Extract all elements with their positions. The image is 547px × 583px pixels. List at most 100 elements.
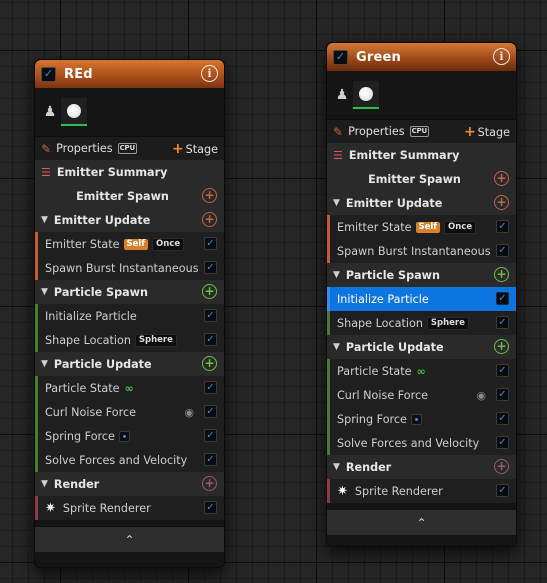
module-enable-checkbox[interactable]: ✓ (496, 220, 509, 233)
emitter-spawn-section[interactable]: Emitter Spawn + (35, 184, 224, 208)
module-enable-checkbox[interactable]: ✓ (204, 309, 217, 322)
enable-checkbox[interactable]: ✓ (333, 49, 348, 65)
emitter-summary-row[interactable]: ☰ Emitter Summary (327, 143, 516, 167)
info-icon[interactable]: i (201, 65, 218, 82)
emitter-summary-label: Emitter Summary (56, 165, 168, 179)
add-module-button[interactable]: + (494, 171, 509, 186)
collapse-arrow-icon[interactable]: ▼ (41, 479, 48, 489)
particle-spawn-section[interactable]: ▼ Particle Spawn + (35, 280, 224, 304)
properties-row[interactable]: ✎ Properties CPU + Stage (35, 136, 224, 160)
module-label: Spring Force (337, 412, 407, 426)
module-enable-checkbox[interactable]: ✓ (496, 388, 509, 401)
emitter-summary-row[interactable]: ☰ Emitter Summary (35, 160, 224, 184)
collapse-arrow-icon[interactable]: ▼ (333, 462, 340, 472)
properties-row[interactable]: ✎ Properties CPU + Stage (327, 119, 516, 143)
add-stage-button[interactable]: + Stage (172, 141, 218, 157)
module-spawn-burst[interactable]: Spawn Burst Instantaneous ✓ (327, 239, 516, 263)
scrollbar[interactable] (224, 427, 225, 441)
module-shape-location[interactable]: Shape Location Sphere ✓ (327, 311, 516, 335)
module-spring-force[interactable]: Spring Force ✓ (35, 424, 224, 448)
module-accent (327, 383, 330, 407)
module-initialize-particle[interactable]: Initialize Particle ✓ (327, 287, 516, 311)
module-enable-checkbox[interactable]: ✓ (496, 412, 509, 425)
module-enable-checkbox[interactable]: ✓ (204, 261, 217, 274)
properties-label[interactable]: Properties (56, 142, 113, 155)
module-accent (327, 407, 330, 431)
module-enable-checkbox[interactable]: ✓ (204, 237, 217, 250)
module-enable-checkbox[interactable]: ✓ (496, 436, 509, 449)
emitter-thumbnail[interactable] (61, 98, 87, 126)
module-enable-checkbox[interactable]: ✓ (204, 333, 217, 346)
enable-checkbox[interactable]: ✓ (41, 66, 56, 82)
module-emitter-state[interactable]: Emitter State Self Once ✓ (327, 215, 516, 239)
add-module-button[interactable]: + (494, 195, 509, 210)
module-enable-checkbox[interactable]: ✓ (496, 316, 509, 329)
add-renderer-button[interactable]: + (494, 459, 509, 474)
module-curl-noise-force[interactable]: Curl Noise Force ◉ ✓ (35, 400, 224, 424)
sphere-tag: Sphere (426, 316, 469, 330)
module-accent (327, 431, 330, 455)
module-enable-checkbox[interactable]: ✓ (496, 244, 509, 257)
particle-update-section[interactable]: ▼ Particle Update + (35, 352, 224, 376)
module-label: Initialize Particle (45, 309, 137, 323)
collapse-node-button[interactable]: ⌃ (35, 526, 224, 552)
emitter-thumbnail[interactable] (353, 81, 379, 109)
module-curl-noise-force[interactable]: Curl Noise Force ◉ ✓ (327, 383, 516, 407)
module-accent (327, 479, 330, 503)
render-section[interactable]: ▼ Render + (327, 455, 516, 479)
add-module-button[interactable]: + (202, 212, 217, 227)
module-solve-forces[interactable]: Solve Forces and Velocity ✓ (327, 431, 516, 455)
emitter-spawn-section[interactable]: Emitter Spawn + (327, 167, 516, 191)
add-stage-button[interactable]: + Stage (464, 124, 510, 140)
render-section[interactable]: ▼ Render + (35, 472, 224, 496)
eye-icon[interactable]: ◉ (184, 406, 194, 419)
module-spawn-burst[interactable]: Spawn Burst Instantaneous ✓ (35, 256, 224, 280)
module-enable-checkbox[interactable]: ✓ (204, 405, 217, 418)
module-enable-checkbox[interactable]: ✓ (204, 429, 217, 442)
module-enable-checkbox[interactable]: ✓ (204, 501, 217, 514)
module-enable-checkbox[interactable]: ✓ (496, 364, 509, 377)
add-module-button[interactable]: + (494, 267, 509, 282)
collapse-node-button[interactable]: ⌃ (327, 509, 516, 535)
module-enable-checkbox[interactable]: ✓ (496, 484, 509, 497)
add-module-button[interactable]: + (202, 356, 217, 371)
module-enable-checkbox[interactable]: ✓ (496, 292, 509, 305)
collapse-arrow-icon[interactable]: ▼ (333, 270, 340, 280)
scrollbar[interactable] (516, 410, 517, 424)
module-particle-state[interactable]: Particle State ∞ ✓ (35, 376, 224, 400)
properties-label[interactable]: Properties (348, 125, 405, 138)
add-module-button[interactable]: + (202, 188, 217, 203)
module-particle-state[interactable]: Particle State ∞ ✓ (327, 359, 516, 383)
emitter-node-green[interactable]: ✓ Green i ♟ ✎ Properties CPU + Stage ☰ Em… (326, 42, 517, 547)
collapse-arrow-icon[interactable]: ▼ (41, 287, 48, 297)
module-shape-location[interactable]: Shape Location Sphere ✓ (35, 328, 224, 352)
module-sprite-renderer[interactable]: ✷ Sprite Renderer ✓ (327, 479, 516, 503)
info-icon[interactable]: i (493, 48, 510, 65)
add-renderer-button[interactable]: + (202, 476, 217, 491)
section-label: Emitter Spawn (368, 172, 461, 186)
module-accent (35, 400, 38, 424)
module-emitter-state[interactable]: Emitter State Self Once ✓ (35, 232, 224, 256)
emitter-update-section[interactable]: ▼ Emitter Update + (35, 208, 224, 232)
node-titlebar[interactable]: ✓ Green i (327, 43, 516, 71)
module-initialize-particle[interactable]: Initialize Particle ✓ (35, 304, 224, 328)
collapse-arrow-icon[interactable]: ▼ (41, 359, 48, 369)
module-enable-checkbox[interactable]: ✓ (204, 453, 217, 466)
module-solve-forces[interactable]: Solve Forces and Velocity ✓ (35, 448, 224, 472)
module-enable-checkbox[interactable]: ✓ (204, 381, 217, 394)
add-module-button[interactable]: + (494, 339, 509, 354)
module-spring-force[interactable]: Spring Force ✓ (327, 407, 516, 431)
particle-update-section[interactable]: ▼ Particle Update + (327, 335, 516, 359)
add-module-button[interactable]: + (202, 284, 217, 299)
emitter-node-red[interactable]: ✓ REd i ♟ ✎ Properties CPU + Stage ☰ Emit… (34, 59, 225, 568)
particle-spawn-section[interactable]: ▼ Particle Spawn + (327, 263, 516, 287)
eye-icon[interactable]: ◉ (476, 389, 486, 402)
collapse-arrow-icon[interactable]: ▼ (333, 198, 340, 208)
module-label: Emitter State (45, 237, 120, 251)
module-sprite-renderer[interactable]: ✷ Sprite Renderer ✓ (35, 496, 224, 520)
node-titlebar[interactable]: ✓ REd i (35, 60, 224, 88)
collapse-arrow-icon[interactable]: ▼ (41, 215, 48, 225)
collapse-arrow-icon[interactable]: ▼ (333, 342, 340, 352)
emitter-update-section[interactable]: ▼ Emitter Update + (327, 191, 516, 215)
plus-icon: + (171, 140, 184, 157)
